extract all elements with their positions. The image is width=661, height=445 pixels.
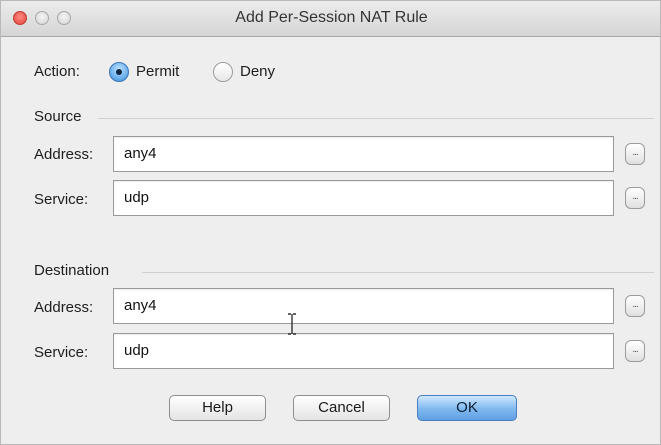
destination-section-title: Destination	[34, 262, 110, 279]
source-service-label: Service:	[34, 191, 89, 208]
destination-address-field[interactable]: any4	[113, 288, 614, 324]
destination-service-field[interactable]: udp	[113, 333, 614, 369]
permit-radio[interactable]	[109, 62, 129, 82]
ok-button[interactable]: OK	[417, 395, 517, 421]
radio-selected-dot	[116, 69, 122, 75]
text-cursor-icon	[288, 313, 296, 335]
source-address-browse-button[interactable]: ...	[625, 143, 645, 165]
window-title: Add Per-Session NAT Rule	[235, 9, 428, 26]
source-address-label: Address:	[34, 146, 94, 163]
destination-address-browse-button[interactable]: ...	[625, 295, 645, 317]
source-service-browse-button[interactable]: ...	[625, 187, 645, 209]
action-label: Action:	[34, 63, 80, 80]
permit-radio-label[interactable]: Permit	[136, 63, 179, 80]
title-bar[interactable]: Add Per-Session NAT Rule	[1, 1, 660, 37]
destination-section-divider	[142, 272, 654, 273]
dialog-content: Action: Permit Deny Source Address: any4…	[1, 37, 660, 444]
deny-radio-label[interactable]: Deny	[240, 63, 275, 80]
source-address-field[interactable]: any4	[113, 136, 614, 172]
source-service-field[interactable]: udp	[113, 180, 614, 216]
destination-address-label: Address:	[34, 299, 94, 316]
help-button[interactable]: Help	[169, 395, 266, 421]
destination-service-browse-button[interactable]: ...	[625, 340, 645, 362]
source-section-title: Source	[34, 108, 82, 125]
destination-service-label: Service:	[34, 344, 89, 361]
dialog-window: Add Per-Session NAT Rule Action: Permit …	[0, 0, 661, 445]
source-section-divider	[98, 118, 654, 119]
deny-radio[interactable]	[213, 62, 233, 82]
cancel-button[interactable]: Cancel	[293, 395, 390, 421]
